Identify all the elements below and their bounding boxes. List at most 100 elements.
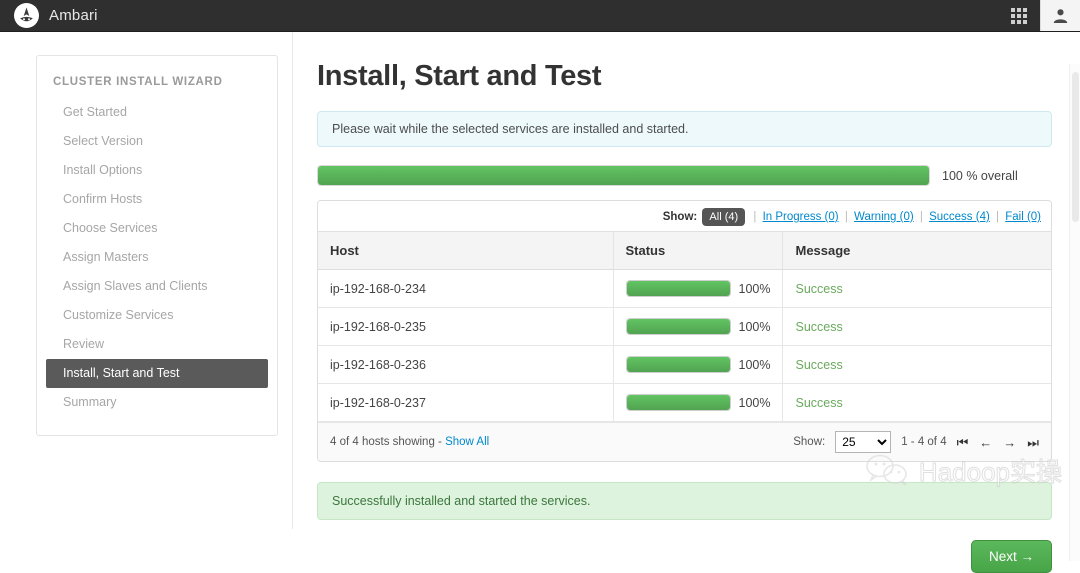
status-badge: Success	[795, 281, 843, 296]
hosts-showing-info: 4 of 4 hosts showing - Show All	[330, 436, 793, 448]
content-column: Install, Start and Test Please wait whil…	[292, 32, 1080, 573]
hosts-table: Host Status Message ip-192-168-0-234 100%…	[318, 231, 1051, 422]
row-progress-wrap: 100%	[625, 280, 771, 297]
filter-separator-4: |	[996, 211, 1000, 223]
overall-progress-bar	[317, 165, 930, 186]
filter-fail[interactable]: Fail (0)	[1005, 211, 1041, 223]
filter-warning[interactable]: Warning (0)	[854, 211, 914, 223]
cell-message: Success	[782, 345, 1051, 384]
hosts-table-body: ip-192-168-0-234 100% Success ip-192-168-0-…	[318, 269, 1051, 422]
next-page-icon[interactable]: →	[1003, 436, 1016, 449]
sidebar-item-assign-masters[interactable]: Assign Masters	[37, 243, 277, 272]
ambari-logo-icon	[14, 3, 39, 28]
filter-separator-2: |	[844, 211, 848, 223]
brand[interactable]: Ambari	[0, 3, 98, 28]
hosts-table-head: Host Status Message	[318, 231, 1051, 270]
table-row: ip-192-168-0-237 100% Success	[318, 383, 1051, 422]
pagination-range: 1 - 4 of 4	[901, 436, 947, 448]
column-header-message[interactable]: Message	[782, 231, 1051, 270]
row-progress-wrap: 100%	[625, 394, 771, 411]
table-header-row: Host Status Message	[318, 231, 1051, 270]
top-navbar: Ambari	[0, 0, 1080, 32]
filter-all[interactable]: All (4)	[702, 208, 746, 226]
row-progress-fill	[626, 357, 730, 372]
status-badge: Success	[795, 357, 843, 372]
last-page-icon[interactable]: ⏭	[1027, 436, 1039, 449]
cell-host: ip-192-168-0-236	[318, 345, 614, 384]
table-row: ip-192-168-0-234 100% Success	[318, 269, 1051, 308]
wizard-panel-title: CLUSTER INSTALL WIZARD	[53, 76, 223, 88]
cell-message: Success	[782, 383, 1051, 422]
row-progress-fill	[626, 281, 730, 296]
column-header-status[interactable]: Status	[613, 231, 784, 270]
pagination-controls: Show: 102550100 1 - 4 of 4 ⏮ ← → ⏭	[793, 431, 1039, 453]
row-progress-wrap: 100%	[625, 318, 771, 335]
filter-success[interactable]: Success (4)	[929, 211, 990, 223]
pager-buttons: ⏮ ← → ⏭	[957, 436, 1039, 449]
row-progress-bar	[625, 394, 731, 411]
cell-message: Success	[782, 269, 1051, 308]
info-alert: Please wait while the selected services …	[317, 111, 1052, 147]
hosts-table-footer: 4 of 4 hosts showing - Show All Show: 10…	[318, 422, 1051, 461]
success-alert: Successfully installed and started the s…	[317, 482, 1052, 520]
first-page-icon[interactable]: ⏮	[957, 436, 969, 449]
row-progress-fill	[626, 395, 730, 410]
status-badge: Success	[795, 395, 843, 410]
page-title: Install, Start and Test	[317, 60, 602, 92]
table-row: ip-192-168-0-236 100% Success	[318, 345, 1051, 384]
cell-message: Success	[782, 307, 1051, 346]
previous-page-icon[interactable]: ←	[979, 436, 992, 449]
cell-status: 100%	[613, 345, 784, 384]
overall-progress-row: 100 % overall	[317, 165, 1052, 186]
next-button[interactable]: Next →	[970, 540, 1052, 573]
sidebar-item-assign-slaves-and-clients[interactable]: Assign Slaves and Clients	[37, 272, 277, 301]
sidebar-item-customize-services[interactable]: Customize Services	[37, 301, 277, 330]
sidebar-item-select-version[interactable]: Select Version	[37, 127, 277, 156]
hosts-showing-count: 4 of 4 hosts showing -	[330, 436, 442, 448]
brand-title: Ambari	[49, 7, 98, 24]
cell-status: 100%	[613, 269, 784, 308]
cell-status: 100%	[613, 383, 784, 422]
filter-separator-3: |	[919, 211, 923, 223]
filter-show-label: Show:	[662, 211, 698, 223]
hosts-table-panel: Show: All (4) | In Progress (0) | Warnin…	[317, 200, 1052, 462]
sidebar-item-install-options[interactable]: Install Options	[37, 156, 277, 185]
row-progress-wrap: 100%	[625, 356, 771, 373]
show-all-link[interactable]: Show All	[445, 436, 489, 448]
page-size-label: Show:	[793, 436, 826, 448]
button-row: Next →	[317, 540, 1052, 573]
row-progress-label: 100%	[738, 319, 771, 334]
sidebar-item-confirm-hosts[interactable]: Confirm Hosts	[37, 185, 277, 214]
status-filter-bar: Show: All (4) | In Progress (0) | Warnin…	[318, 201, 1051, 231]
sidebar-item-choose-services[interactable]: Choose Services	[37, 214, 277, 243]
filter-in-progress[interactable]: In Progress (0)	[763, 211, 839, 223]
sidebar-item-install-start-and-test[interactable]: Install, Start and Test	[46, 359, 268, 388]
user-account-icon[interactable]	[1040, 0, 1080, 31]
row-progress-label: 100%	[738, 395, 771, 410]
filter-separator-1: |	[753, 211, 757, 223]
sidebar-item-get-started[interactable]: Get Started	[37, 98, 277, 127]
row-progress-label: 100%	[738, 357, 771, 372]
cell-status: 100%	[613, 307, 784, 346]
overall-progress-label: 100 % overall	[942, 168, 1018, 183]
sidebar-column: CLUSTER INSTALL WIZARD Get Started Selec…	[0, 32, 292, 529]
vertical-scrollbar[interactable]	[1069, 64, 1080, 561]
row-progress-fill	[626, 319, 730, 334]
cell-host: ip-192-168-0-237	[318, 383, 614, 422]
row-progress-bar	[625, 318, 731, 335]
cell-host: ip-192-168-0-234	[318, 269, 614, 308]
cell-host: ip-192-168-0-235	[318, 307, 614, 346]
scrollbar-thumb[interactable]	[1072, 72, 1079, 222]
grid-apps-icon[interactable]	[998, 0, 1040, 31]
overall-progress-fill	[318, 166, 929, 185]
page-body: CLUSTER INSTALL WIZARD Get Started Selec…	[0, 32, 1080, 573]
row-progress-bar	[625, 280, 731, 297]
page-size-select[interactable]: 102550100	[835, 431, 892, 453]
sidebar-item-review[interactable]: Review	[37, 330, 277, 359]
row-progress-bar	[625, 356, 731, 373]
status-badge: Success	[795, 319, 843, 334]
row-progress-label: 100%	[738, 281, 771, 296]
column-header-host[interactable]: Host	[318, 231, 614, 270]
sidebar-item-summary[interactable]: Summary	[37, 388, 277, 417]
table-row: ip-192-168-0-235 100% Success	[318, 307, 1051, 346]
